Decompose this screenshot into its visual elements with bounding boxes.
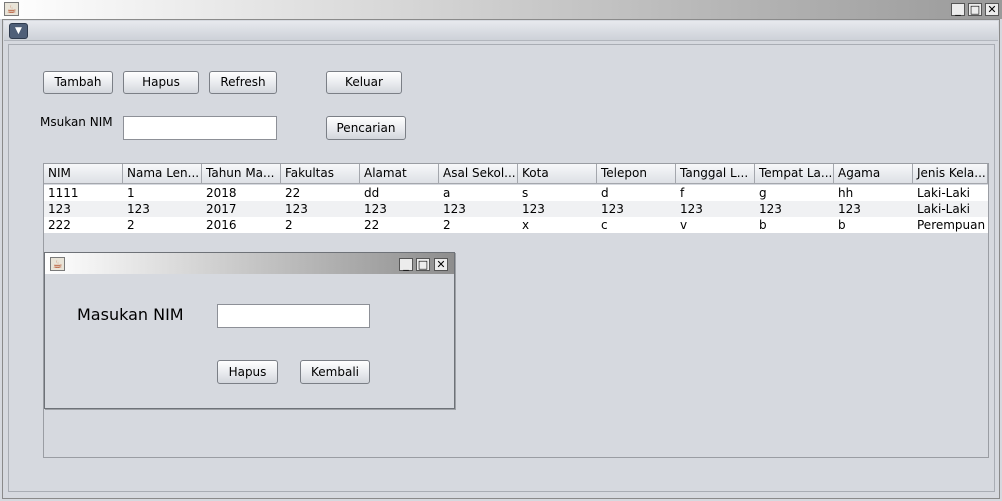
column-header-fakultas[interactable]: Fakultas xyxy=(281,164,360,184)
dialog-kembali-button[interactable]: Kembali xyxy=(300,360,370,384)
table-cell: 222 xyxy=(48,218,71,232)
column-header-telepon[interactable]: Telepon xyxy=(597,164,676,184)
dialog-title-bar[interactable] xyxy=(45,253,454,274)
table-cell: c xyxy=(601,218,608,232)
dialog-maximize-icon[interactable]: □ xyxy=(416,258,430,271)
table-cell: 2 xyxy=(443,218,451,232)
table-cell: 22 xyxy=(285,186,301,200)
table-cell: 123 xyxy=(364,202,387,216)
table-row[interactable]: 222 2 2016 2 22 2 x c v b b Perempuan xyxy=(44,217,988,233)
table-cell: 123 xyxy=(680,202,703,216)
table-cell: d xyxy=(601,186,609,200)
table-cell: s xyxy=(522,186,529,200)
column-header-nama[interactable]: Nama Len... xyxy=(123,164,202,184)
table-header: NIM Nama Len... Tahun Ma... Fakultas Ala… xyxy=(44,164,988,184)
table-cell: Laki-Laki xyxy=(917,202,970,216)
table-cell: b xyxy=(759,218,767,232)
dialog-minimize-icon[interactable]: _ xyxy=(399,258,413,271)
tambah-button[interactable]: Tambah xyxy=(43,71,113,94)
column-header-jenis-kelamin[interactable]: Jenis Kela... xyxy=(913,164,988,184)
dropdown-arrow-icon[interactable]: ▼ xyxy=(9,23,28,39)
keluar-button[interactable]: Keluar xyxy=(326,71,402,94)
table-cell: 1111 xyxy=(48,186,79,200)
column-header-kota[interactable]: Kota xyxy=(518,164,597,184)
table-row[interactable]: 1111 1 2018 22 dd a s d f g hh Laki-Laki xyxy=(44,185,988,201)
table-cell: 123 xyxy=(838,202,861,216)
dialog-hapus-button[interactable]: Hapus xyxy=(217,360,278,384)
table-cell: 2018 xyxy=(206,186,237,200)
java-cup-icon: ☕ xyxy=(4,2,19,16)
table-cell: a xyxy=(443,186,451,200)
table-row[interactable]: 123 123 2017 123 123 123 123 123 123 123… xyxy=(44,201,988,217)
column-header-agama[interactable]: Agama xyxy=(834,164,913,184)
table-cell: 123 xyxy=(601,202,624,216)
table-cell: 123 xyxy=(522,202,545,216)
delete-dialog xyxy=(44,252,455,409)
table-cell: b xyxy=(838,218,846,232)
table-cell: 2016 xyxy=(206,218,237,232)
table-cell: 2 xyxy=(285,218,293,232)
column-header-asal-sekolah[interactable]: Asal Sekol... xyxy=(439,164,518,184)
minimize-icon[interactable]: _ xyxy=(951,3,965,16)
table-cell: 2 xyxy=(127,218,135,232)
column-header-tanggal-lahir[interactable]: Tanggal L... xyxy=(676,164,755,184)
table-cell: Perempuan xyxy=(917,218,986,232)
java-cup-icon: ☕ xyxy=(50,257,65,271)
table-cell: 22 xyxy=(364,218,380,232)
table-cell: f xyxy=(680,186,685,200)
search-nim-input[interactable] xyxy=(123,116,277,140)
dialog-nim-input[interactable] xyxy=(217,304,370,328)
table-cell: 123 xyxy=(127,202,150,216)
column-header-alamat[interactable]: Alamat xyxy=(360,164,439,184)
table-cell: Laki-Laki xyxy=(917,186,970,200)
table-cell: 123 xyxy=(759,202,782,216)
search-nim-label: Msukan NIM xyxy=(40,115,113,129)
dialog-prompt-label: Masukan NIM xyxy=(77,305,184,324)
maximize-icon[interactable]: □ xyxy=(968,3,982,16)
table-cell: 1 xyxy=(127,186,135,200)
dialog-close-icon[interactable]: ✕ xyxy=(434,258,448,271)
pencarian-button[interactable]: Pencarian xyxy=(326,116,406,140)
table-body: 1111 1 2018 22 dd a s d f g hh Laki-Laki… xyxy=(44,185,988,233)
internal-frame-title-bar[interactable] xyxy=(4,21,998,41)
column-header-tahun[interactable]: Tahun Ma... xyxy=(202,164,281,184)
refresh-button[interactable]: Refresh xyxy=(209,71,277,94)
table-cell: 123 xyxy=(443,202,466,216)
table-cell: hh xyxy=(838,186,854,200)
table-cell: dd xyxy=(364,186,380,200)
column-header-nim[interactable]: NIM xyxy=(44,164,123,184)
table-cell: 123 xyxy=(285,202,308,216)
table-cell: g xyxy=(759,186,767,200)
table-cell: v xyxy=(680,218,688,232)
window-title-bar[interactable] xyxy=(0,0,1002,19)
table-cell: x xyxy=(522,218,530,232)
table-cell: 123 xyxy=(48,202,71,216)
column-header-tempat-lahir[interactable]: Tempat La... xyxy=(755,164,834,184)
hapus-button[interactable]: Hapus xyxy=(123,71,199,94)
table-cell: 2017 xyxy=(206,202,237,216)
close-icon[interactable]: ✕ xyxy=(985,3,999,16)
